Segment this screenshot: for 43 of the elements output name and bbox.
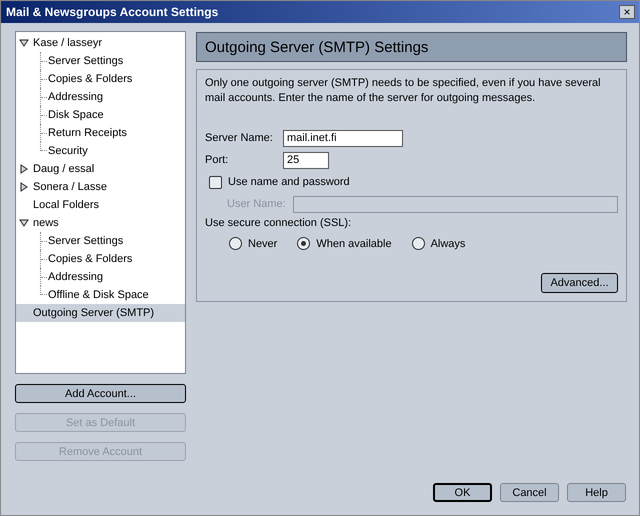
- tree-item[interactable]: Security: [16, 142, 185, 160]
- tree-item[interactable]: Offline & Disk Space: [16, 286, 185, 304]
- tree-item[interactable]: Server Settings: [16, 52, 185, 70]
- tree-item[interactable]: Daug / essal: [16, 160, 185, 178]
- tree-item[interactable]: Outgoing Server (SMTP): [16, 304, 185, 322]
- radio-label: Always: [430, 238, 466, 250]
- radio-label: Never: [248, 238, 278, 250]
- tree-item[interactable]: Server Settings: [16, 232, 185, 250]
- tree-item[interactable]: Kase / lasseyr: [16, 34, 185, 52]
- radio-label: When available: [316, 238, 392, 250]
- tree-item[interactable]: Copies & Folders: [16, 250, 185, 268]
- expander-icon[interactable]: [19, 164, 29, 174]
- radio-button[interactable]: [297, 237, 310, 250]
- checkbox[interactable]: [209, 176, 222, 188]
- window-title: Mail & Newsgroups Account Settings: [6, 5, 218, 19]
- tree-item[interactable]: news: [16, 214, 185, 232]
- tree-item[interactable]: Disk Space: [16, 106, 185, 124]
- port-field[interactable]: 25: [283, 152, 329, 168]
- expander-icon[interactable]: [19, 38, 29, 48]
- tree-item[interactable]: Addressing: [16, 268, 185, 286]
- description-text: Only one outgoing server (SMTP) needs to be specified, even if you have several mail accounts. Enter the name of the server for outgoing messages.: [205, 76, 602, 106]
- radio-button[interactable]: [412, 237, 425, 250]
- tree-item[interactable]: Sonera / Lasse: [16, 178, 185, 196]
- ssl-label: Use secure connection (SSL):: [205, 217, 352, 231]
- dialog-button[interactable]: Help: [567, 483, 626, 502]
- panel-title: Outgoing Server (SMTP) Settings: [205, 38, 428, 56]
- server-name-field[interactable]: mail.inet.fi: [283, 130, 403, 146]
- radio-button[interactable]: [229, 237, 242, 250]
- tree-item[interactable]: Local Folders: [16, 196, 185, 214]
- expander-icon[interactable]: [19, 218, 29, 228]
- field-label: Port:: [205, 154, 230, 166]
- dialog-button[interactable]: Cancel: [500, 483, 559, 502]
- checkbox-label: Use name and password: [228, 176, 350, 188]
- tree-item[interactable]: Addressing: [16, 88, 185, 106]
- tree-item[interactable]: Copies & Folders: [16, 70, 185, 88]
- field-label: User Name:: [227, 198, 287, 210]
- expander-icon[interactable]: [19, 182, 29, 192]
- field-label: Server Name:: [205, 132, 274, 144]
- dialog-button[interactable]: OK: [433, 483, 492, 502]
- account-button[interactable]: Add Account...: [15, 384, 186, 403]
- close-button[interactable]: ×: [619, 5, 635, 19]
- tree-item[interactable]: Return Receipts: [16, 124, 185, 142]
- advanced-button[interactable]: Advanced...: [541, 273, 618, 293]
